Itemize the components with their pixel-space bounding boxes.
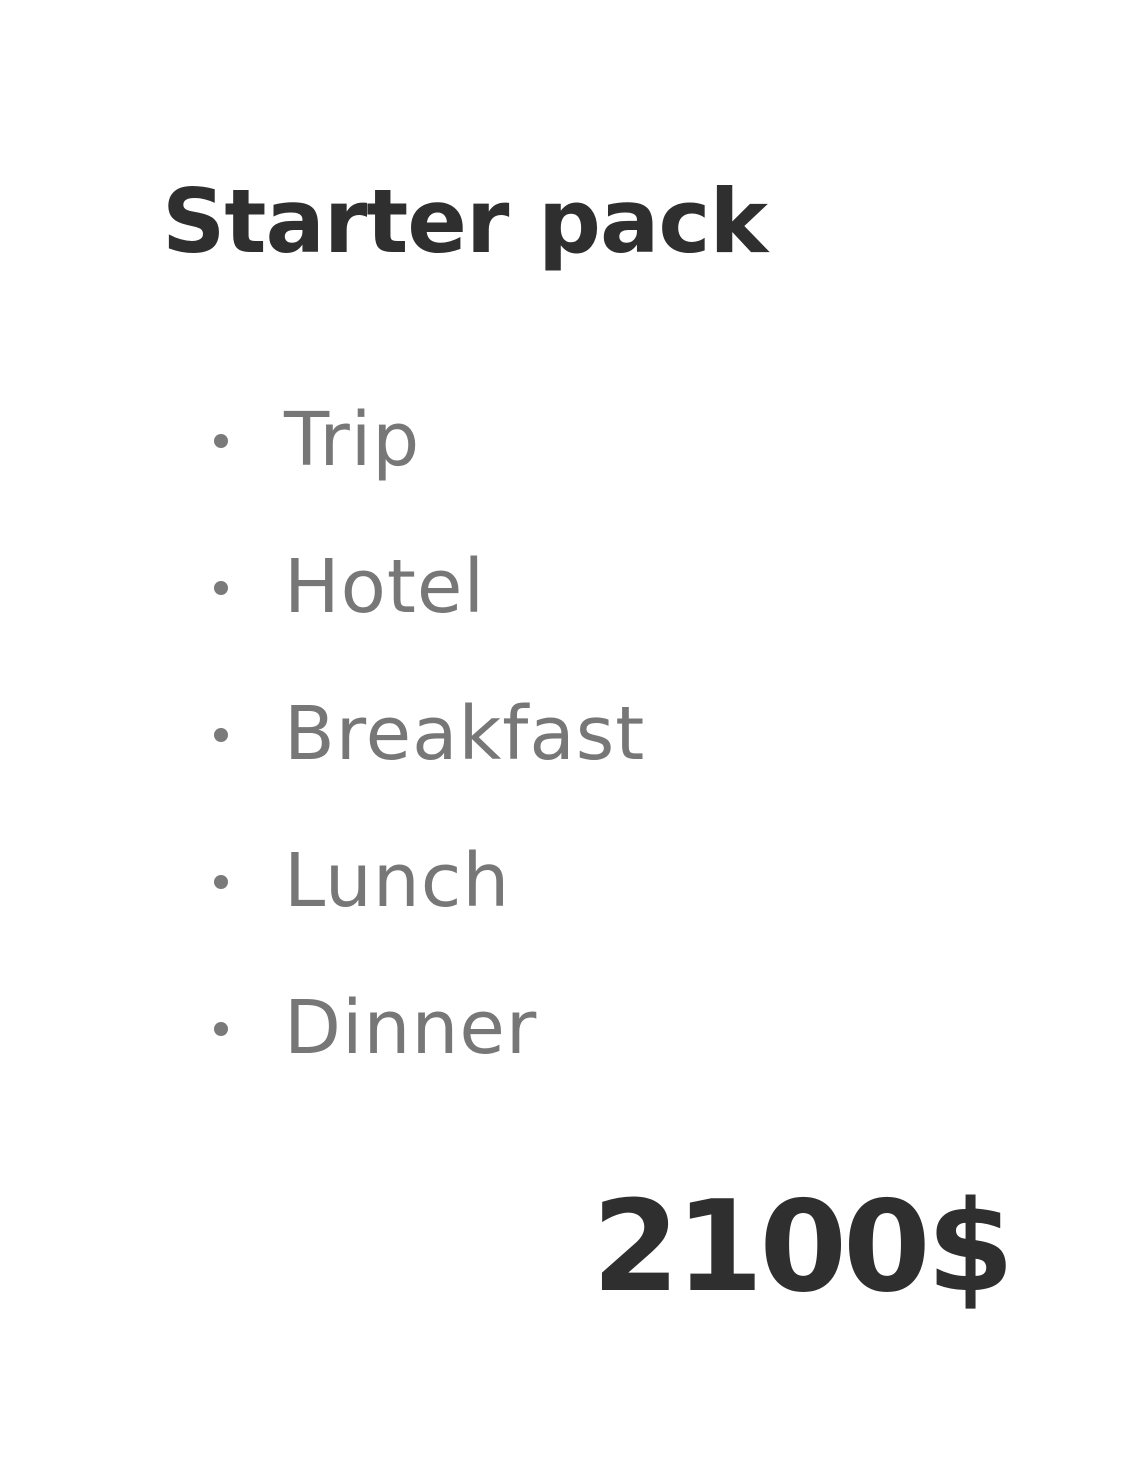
feature-label: Lunch bbox=[284, 838, 511, 924]
plan-title: Starter pack bbox=[162, 170, 768, 273]
feature-item-dinner: Dinner bbox=[0, 968, 800, 1088]
feature-item-hotel: Hotel bbox=[0, 527, 800, 647]
feature-item-trip: Trip bbox=[0, 380, 800, 500]
feature-item-breakfast: Breakfast bbox=[0, 674, 800, 794]
bullet-dot-icon bbox=[214, 581, 228, 595]
bullet-dot-icon bbox=[214, 1022, 228, 1036]
feature-item-lunch: Lunch bbox=[0, 821, 800, 941]
pricing-card: Starter pack Trip Hotel Breakfast Lunch … bbox=[0, 0, 1141, 1480]
feature-label: Hotel bbox=[284, 544, 486, 630]
feature-label: Dinner bbox=[284, 985, 538, 1071]
feature-label: Breakfast bbox=[284, 691, 646, 777]
feature-label: Trip bbox=[284, 397, 421, 483]
bullet-dot-icon bbox=[214, 728, 228, 742]
plan-price: 2100$ bbox=[592, 1173, 1014, 1320]
bullet-dot-icon bbox=[214, 434, 228, 448]
bullet-dot-icon bbox=[214, 875, 228, 889]
